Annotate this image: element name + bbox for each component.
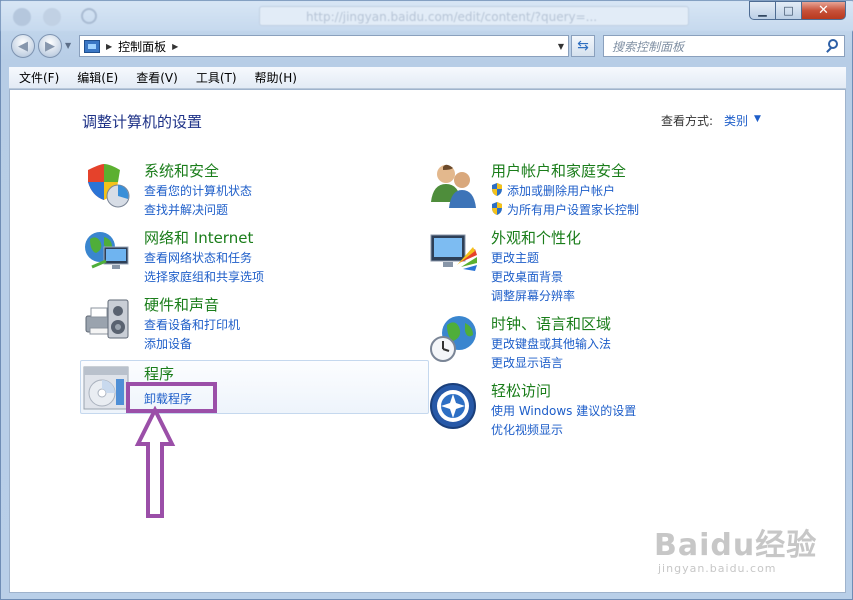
page-title: 调整计算机的设置 xyxy=(82,113,203,131)
link-devices-printers[interactable]: 查看设备和打印机 xyxy=(144,316,240,333)
category-title-appearance[interactable]: 外观和个性化 xyxy=(491,227,581,248)
link-homegroup-sharing[interactable]: 选择家庭组和共享选项 xyxy=(144,268,264,285)
link-text: 添加或删除用户帐户 xyxy=(507,184,616,198)
view-mode-chevron-down-icon[interactable]: ▼ xyxy=(754,114,761,124)
back-button[interactable]: ◀ xyxy=(11,34,35,58)
view-by-label: 查看方式: xyxy=(661,114,714,128)
annotation-up-arrow-icon xyxy=(134,406,176,518)
link-change-desktop-background[interactable]: 更改桌面背景 xyxy=(491,268,563,285)
menu-file[interactable]: 文件(F) xyxy=(9,69,67,86)
menu-help[interactable]: 帮助(H) xyxy=(245,69,305,86)
ease-of-access-icon[interactable] xyxy=(429,380,479,430)
navigation-bar: ◀ ▶ ▼ ▶ 控制面板 ▶ ▼ ⇆ 搜索控制面板 xyxy=(1,31,853,63)
menu-view[interactable]: 查看(V) xyxy=(126,69,186,86)
blurred-url: http://jingyan.baidu.com/edit/content/?q… xyxy=(259,6,689,26)
programs-box-icon[interactable] xyxy=(82,363,132,413)
uac-shield-icon xyxy=(492,183,502,196)
category-title-network[interactable]: 网络和 Internet xyxy=(144,227,253,248)
shield-chart-icon[interactable] xyxy=(82,160,132,210)
maximize-button[interactable]: □ xyxy=(776,1,802,20)
globe-clock-icon[interactable] xyxy=(429,313,479,363)
control-panel-icon xyxy=(84,39,100,53)
link-troubleshoot[interactable]: 查找并解决问题 xyxy=(144,201,228,218)
users-icon[interactable] xyxy=(429,160,479,210)
watermark-brand: Baidu经验 xyxy=(654,528,818,563)
breadcrumb-control-panel[interactable]: 控制面板 xyxy=(118,38,166,55)
link-adjust-resolution[interactable]: 调整屏幕分辨率 xyxy=(491,287,575,304)
search-placeholder: 搜索控制面板 xyxy=(612,39,685,54)
link-view-computer-status[interactable]: 查看您的计算机状态 xyxy=(144,182,252,199)
network-globe-icon[interactable] xyxy=(82,227,132,277)
refresh-button[interactable]: ⇆ xyxy=(571,35,595,57)
link-add-device[interactable]: 添加设备 xyxy=(144,335,192,352)
link-windows-recommended[interactable]: 使用 Windows 建议的设置 xyxy=(491,402,636,419)
menu-bar: 文件(F) 编辑(E) 查看(V) 工具(T) 帮助(H) xyxy=(9,67,846,89)
breadcrumb-separator-icon[interactable]: ▶ xyxy=(172,42,178,51)
category-title-programs[interactable]: 程序 xyxy=(144,363,174,384)
category-title-clock[interactable]: 时钟、语言和区域 xyxy=(491,313,611,334)
category-title-hardware[interactable]: 硬件和声音 xyxy=(144,294,219,315)
content-pane: 调整计算机的设置 查看方式: 类别 ▼ 系统和安全 查看您的计算机状态 查找并解… xyxy=(9,89,846,593)
link-change-keyboard[interactable]: 更改键盘或其他输入法 xyxy=(491,335,611,352)
printer-speaker-icon[interactable] xyxy=(82,294,132,344)
link-parental-controls[interactable]: 为所有用户设置家长控制 xyxy=(491,201,639,218)
link-text: 为所有用户设置家长控制 xyxy=(507,203,640,217)
link-network-status[interactable]: 查看网络状态和任务 xyxy=(144,249,252,266)
monitor-palette-icon[interactable] xyxy=(429,227,479,277)
address-history-chevron-down-icon[interactable]: ▼ xyxy=(558,42,564,51)
forward-button[interactable]: ▶ xyxy=(38,34,62,58)
category-title-user-accounts[interactable]: 用户帐户和家庭安全 xyxy=(491,160,626,181)
blurred-forward-icon xyxy=(43,8,61,26)
blurred-back-icon xyxy=(13,8,31,26)
category-title-ease-of-access[interactable]: 轻松访问 xyxy=(491,380,551,401)
control-panel-window: http://jingyan.baidu.com/edit/content/?q… xyxy=(0,0,853,600)
blurred-browser-bar: http://jingyan.baidu.com/edit/content/?q… xyxy=(1,1,853,31)
search-icon[interactable] xyxy=(828,39,838,49)
search-input[interactable]: 搜索控制面板 xyxy=(603,35,845,57)
recent-pages-chevron-down-icon[interactable]: ▼ xyxy=(65,41,71,50)
blurred-refresh-icon xyxy=(81,8,97,24)
link-change-display-language[interactable]: 更改显示语言 xyxy=(491,354,563,371)
menu-tools[interactable]: 工具(T) xyxy=(186,69,245,86)
link-add-remove-accounts[interactable]: 添加或删除用户帐户 xyxy=(491,182,615,199)
view-mode-dropdown[interactable]: 类别 xyxy=(724,112,748,129)
uac-shield-icon xyxy=(492,202,502,215)
caption-buttons: ▁ □ ✕ xyxy=(749,1,846,21)
close-button[interactable]: ✕ xyxy=(802,1,846,20)
breadcrumb-separator-icon[interactable]: ▶ xyxy=(106,42,112,51)
watermark: Baidu经验 jingyan.baidu.com xyxy=(654,520,817,575)
link-optimize-video[interactable]: 优化视频显示 xyxy=(491,421,563,438)
minimize-button[interactable]: ▁ xyxy=(749,1,776,20)
category-title-system-security[interactable]: 系统和安全 xyxy=(144,160,219,181)
address-bar[interactable]: ▶ 控制面板 ▶ ▼ xyxy=(79,35,569,57)
menu-edit[interactable]: 编辑(E) xyxy=(67,69,126,86)
link-change-theme[interactable]: 更改主题 xyxy=(491,249,539,266)
